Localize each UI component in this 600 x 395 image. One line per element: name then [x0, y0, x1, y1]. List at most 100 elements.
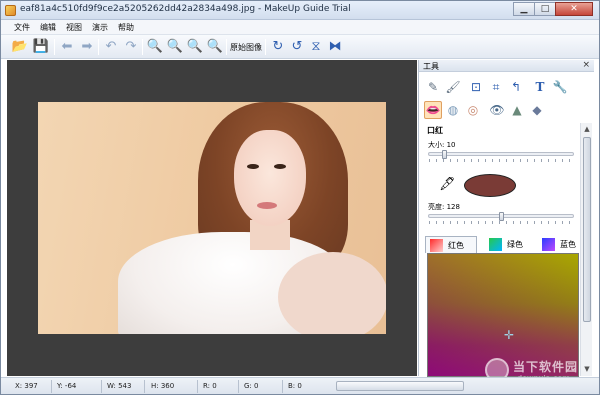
title-bar: eaf81a4c510fd9f9ce2a5205262dd42a2834a498…: [1, 1, 599, 20]
tab-red-label: 红色: [448, 241, 464, 250]
status-b: B: 0: [288, 382, 302, 390]
undo-icon[interactable]: ↶: [102, 38, 120, 56]
status-w: W: 543: [107, 382, 132, 390]
flip-vertical-icon[interactable]: ⧖: [307, 38, 325, 56]
crop-icon[interactable]: ⊡: [467, 78, 485, 96]
zoom-icon[interactable]: 🔍: [146, 38, 164, 56]
curve-arrow-icon[interactable]: ↰: [507, 78, 525, 96]
tab-red[interactable]: 红色: [425, 236, 477, 253]
text-icon[interactable]: T: [531, 78, 549, 96]
image-canvas[interactable]: [7, 60, 417, 376]
original-image-button[interactable]: 原始图像: [230, 42, 262, 53]
scrollbar-thumb[interactable]: [583, 137, 591, 322]
flip-horizontal-icon[interactable]: ⧓: [326, 38, 344, 56]
tab-green-label: 绿色: [507, 240, 523, 249]
tab-blue-label: 蓝色: [560, 240, 576, 249]
status-divider: [101, 380, 102, 393]
panel-close-button[interactable]: ×: [582, 60, 590, 70]
pencil-icon[interactable]: ✎: [424, 78, 442, 96]
status-divider: [282, 380, 283, 393]
toolbar-separator: [54, 39, 55, 55]
photo-face: [234, 130, 306, 226]
status-divider: [51, 380, 52, 393]
size-slider-ticks: [429, 159, 573, 162]
status-divider: [197, 380, 198, 393]
color-tabs: 红色 绿色 蓝色: [425, 236, 577, 253]
save-icon[interactable]: 💾: [32, 38, 50, 56]
color-gradient-picker[interactable]: ✛: [427, 253, 579, 377]
grid-icon[interactable]: ⌗: [487, 78, 505, 96]
panel-title-bar: 工具 ×: [419, 60, 594, 72]
brightness-slider-thumb[interactable]: [499, 212, 504, 221]
zoom-out-icon[interactable]: 🔍: [166, 38, 184, 56]
photo-eye-right: [274, 164, 286, 169]
palette-icon[interactable]: ▲: [508, 101, 526, 119]
back-icon[interactable]: ⬅: [58, 38, 76, 56]
status-bar: X: 397 Y: -64 W: 543 H: 360 R: 0 G: 0 B:…: [1, 377, 599, 394]
crosshair-icon: ✛: [504, 328, 515, 342]
lipstick-icon[interactable]: 👄: [424, 101, 442, 119]
toolbar-separator: [142, 39, 143, 55]
blush-icon[interactable]: ◎: [464, 101, 482, 119]
brightness-label: 亮度: 128: [428, 203, 460, 211]
blue-chip-icon: [542, 238, 555, 251]
wrench-icon[interactable]: 🔧: [551, 78, 569, 96]
status-g: G: 0: [244, 382, 259, 390]
tools-panel: 工具 × ✎ 🖌 ⊡ ⌗ ↰ T 🔧 👄 ◍ ◎ 👁 ▲ ◆ 口红 大小: 10…: [418, 60, 594, 377]
status-y: Y: -64: [57, 382, 77, 390]
window-controls: ▁ □ ✕: [513, 2, 593, 16]
horizontal-scrollbar[interactable]: [336, 381, 464, 391]
menu-edit[interactable]: 编辑: [35, 20, 61, 34]
maximize-button[interactable]: □: [534, 2, 556, 16]
toolbar-separator: [265, 39, 266, 55]
app-window: eaf81a4c510fd9f9ce2a5205262dd42a2834a498…: [0, 0, 600, 395]
green-chip-icon: [489, 238, 502, 251]
section-title: 口红: [427, 126, 443, 135]
red-chip-icon: [430, 239, 443, 252]
toolbar-separator: [226, 39, 227, 55]
rotate-ccw-icon[interactable]: ↺: [288, 38, 306, 56]
color-swatch[interactable]: [464, 174, 516, 197]
status-divider: [144, 380, 145, 393]
photo-knee: [278, 252, 386, 334]
status-h: H: 360: [151, 382, 175, 390]
tab-green[interactable]: 绿色: [485, 236, 537, 253]
toolbar: 📂 💾 ⬅ ➡ ↶ ↷ 🔍 🔍 🔍 🔍 原始图像 ↻ ↺ ⧖ ⧓: [1, 35, 599, 59]
photo-eye-left: [247, 164, 259, 169]
forward-icon[interactable]: ➡: [78, 38, 96, 56]
brightness-slider-ticks: [429, 221, 573, 224]
size-slider-thumb[interactable]: [442, 150, 447, 159]
photo-lips: [257, 202, 277, 209]
menu-view[interactable]: 视图: [61, 20, 87, 34]
status-r: R: 0: [203, 382, 217, 390]
eye-icon[interactable]: 👁: [488, 101, 506, 119]
eyedropper-icon[interactable]: 🖋: [439, 177, 456, 192]
size-label: 大小: 10: [428, 141, 456, 149]
menu-bar: 文件 编辑 视图 演示 帮助: [1, 20, 599, 35]
open-icon[interactable]: 📂: [11, 38, 29, 56]
powder-icon[interactable]: ◍: [444, 101, 462, 119]
scroll-up-icon[interactable]: ▲: [582, 124, 592, 134]
edited-photo[interactable]: [38, 102, 386, 334]
menu-demo[interactable]: 演示: [87, 20, 113, 34]
minimize-button[interactable]: ▁: [513, 2, 535, 16]
panel-scrollbar[interactable]: ▲ ▼: [580, 123, 592, 376]
toolbar-separator: [98, 39, 99, 55]
redo-icon[interactable]: ↷: [122, 38, 140, 56]
zoom-in-icon[interactable]: 🔍: [186, 38, 204, 56]
close-button[interactable]: ✕: [555, 2, 593, 16]
scroll-down-icon[interactable]: ▼: [582, 364, 592, 374]
menu-help[interactable]: 帮助: [113, 20, 139, 34]
gradient-overlay: [428, 254, 578, 376]
menu-file[interactable]: 文件: [9, 20, 35, 34]
rotate-cw-icon[interactable]: ↻: [269, 38, 287, 56]
fit-icon[interactable]: 🔍: [206, 38, 224, 56]
size-slider[interactable]: [428, 152, 574, 156]
panel-title: 工具: [423, 62, 439, 71]
window-title: eaf81a4c510fd9f9ce2a5205262dd42a2834a498…: [20, 4, 351, 14]
app-icon: [5, 5, 16, 16]
brush-icon[interactable]: 🖌: [444, 78, 462, 96]
eraser-icon[interactable]: ◆: [528, 101, 546, 119]
status-x: X: 397: [15, 382, 38, 390]
status-divider: [238, 380, 239, 393]
